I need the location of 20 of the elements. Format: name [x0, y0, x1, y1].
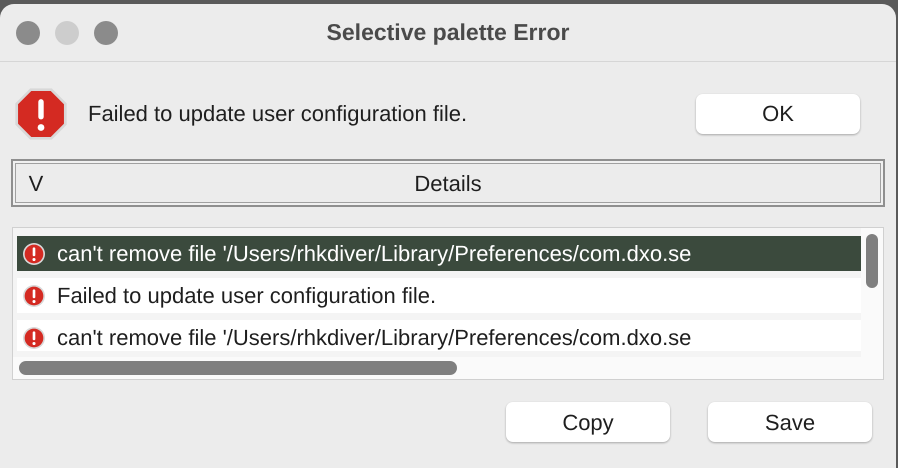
row-text: can't remove file '/Users/rhkdiver/Library/Preferences/com.dxo.se [57, 240, 692, 268]
horizontal-scrollbar[interactable] [13, 357, 861, 379]
close-button[interactable] [16, 20, 40, 44]
error-icon [23, 326, 45, 348]
row-text: Failed to update user configuration file. [57, 282, 436, 310]
error-message: Failed to update user configuration file. [88, 100, 468, 128]
details-toggle[interactable]: V Details [15, 163, 881, 203]
details-row[interactable]: can't remove file '/Users/rhkdiver/Library/Preferences/com.dxo.se [17, 236, 861, 271]
dialog-button[interactable]: Copy [506, 402, 670, 442]
ok-button[interactable]: OK [696, 94, 860, 134]
window-title: Selective palette Error [326, 18, 570, 48]
vertical-scrollbar[interactable] [861, 228, 883, 379]
details-row[interactable]: can't remove file '/Users/rhkdiver/Library/Preferences/com.dxo.se [17, 320, 861, 351]
row-text: can't remove file '/Users/rhkdiver/Library/Preferences/com.dxo.se [57, 324, 692, 351]
dialog-button[interactable]: Save [708, 402, 872, 442]
error-icon [23, 242, 45, 264]
details-row[interactable]: Failed to update user configuration file. [17, 278, 861, 313]
error-icon [14, 86, 68, 140]
zoom-button[interactable] [94, 20, 118, 44]
error-icon [23, 284, 45, 306]
